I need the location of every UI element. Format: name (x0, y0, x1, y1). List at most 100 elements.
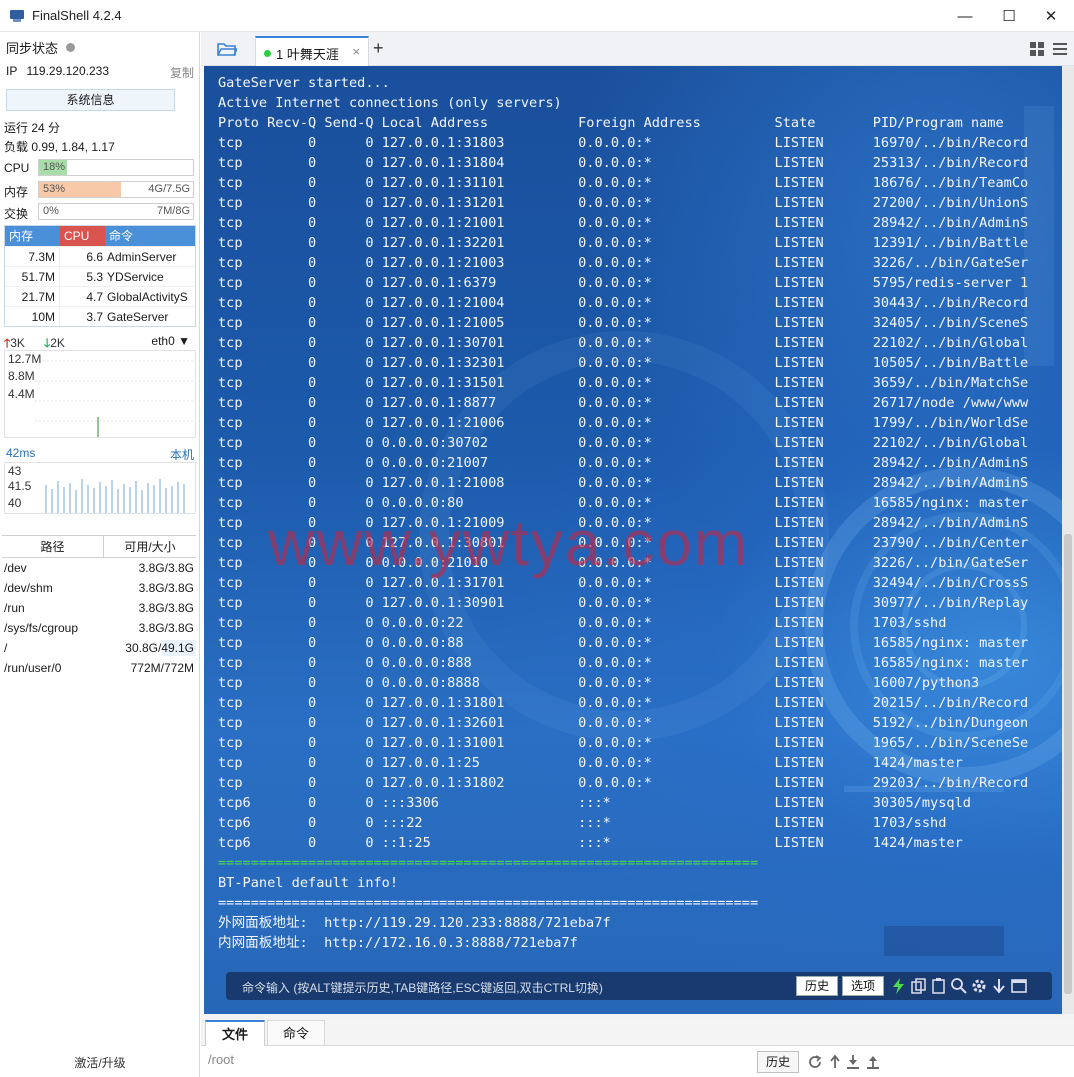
latency-bar (81, 479, 83, 513)
cpu-meter: CPU 18% (4, 159, 196, 177)
disk-row[interactable]: /run/user/0 772M/772M (2, 658, 196, 678)
latency-bar (93, 488, 95, 513)
process-cmd: AdminServer (107, 250, 177, 264)
arrow-down-icon[interactable] (990, 977, 1008, 995)
disk-row[interactable]: /dev/shm 3.8G/3.8G (2, 578, 196, 598)
ip-value: 119.29.120.233 (26, 64, 109, 78)
tab-label: 1 叶舞天涯 (276, 47, 339, 62)
download-icon[interactable] (845, 1054, 861, 1070)
menu-icon[interactable] (1053, 42, 1067, 56)
lightning-icon[interactable] (890, 977, 908, 995)
copy-ip-link[interactable]: 复制 (170, 64, 194, 81)
interface-select[interactable]: eth0 ▼ (151, 334, 190, 348)
terminal-line: Active Internet connections (only server… (218, 95, 562, 111)
minimize-button[interactable]: — (942, 0, 988, 32)
disk-path-header[interactable]: 路径 (2, 536, 104, 557)
terminal-line: 外网面板地址: http://119.29.120.233:8888/721eb… (218, 915, 611, 931)
bottom-tab-bar: 文件 命令 (201, 1020, 1074, 1046)
path-input[interactable]: /root (208, 1052, 234, 1067)
process-row[interactable]: 10M 3.7 GateServer (5, 306, 195, 326)
copy-icon[interactable] (910, 977, 928, 995)
process-row[interactable]: 7.3M 6.6 AdminServer (5, 246, 195, 266)
latency-bar (183, 484, 185, 513)
latency-bar (45, 485, 47, 513)
gear-icon[interactable] (970, 977, 988, 995)
terminal-line: tcp 0 0 0.0.0.0:21007 0.0.0.0:* LISTEN 2… (218, 455, 1029, 471)
folder-icon[interactable] (217, 42, 237, 56)
terminal-line: tcp 0 0 127.0.0.1:31101 0.0.0.0:* LISTEN… (218, 175, 1029, 191)
terminal-line: tcp 0 0 127.0.0.1:32301 0.0.0.0:* LISTEN… (218, 355, 1029, 371)
tab-session-1[interactable]: 1 叶舞天涯 × (255, 36, 369, 66)
terminal-line: tcp 0 0 127.0.0.1:31201 0.0.0.0:* LISTEN… (218, 195, 1029, 211)
latency-scale-mid: 41.5 (8, 479, 32, 493)
terminal-line: tcp 0 0 127.0.0.1:25 0.0.0.0:* LISTEN 14… (218, 755, 963, 771)
maximize-button[interactable]: ☐ (986, 0, 1032, 32)
sort-by-memory[interactable]: 内存 (5, 226, 60, 246)
grid-view-icon[interactable] (1030, 42, 1044, 56)
latency-bar (87, 485, 89, 513)
latency-bar (141, 490, 143, 513)
process-row[interactable]: 21.7M 4.7 GlobalActivityS (5, 286, 195, 306)
latency-host[interactable]: 本机 (170, 446, 194, 463)
terminal-scrollbar[interactable] (1062, 66, 1074, 1014)
app-title: FinalShell 4.2.4 (32, 8, 122, 23)
swap-label: 交换 (4, 207, 29, 221)
disk-rows: /dev 3.8G/3.8G/dev/shm 3.8G/3.8G/run 3.8G/3… (2, 558, 196, 678)
activate-upgrade-link[interactable]: 激活/升级 (0, 1054, 200, 1071)
path-history-button[interactable]: 历史 (757, 1051, 799, 1073)
disk-row[interactable]: /dev 3.8G/3.8G (2, 558, 196, 578)
latency-scale-top: 43 (8, 464, 22, 478)
process-cmd: YDService (107, 270, 164, 284)
disk-row[interactable]: /run 3.8G/3.8G (2, 598, 196, 618)
ip-row: IP 119.29.120.233 复制 (6, 64, 194, 81)
latency-bar (159, 479, 161, 513)
disk-row[interactable]: / 30.8G/49.1G (2, 638, 196, 658)
close-tab-icon[interactable]: × (352, 44, 360, 59)
disk-row[interactable]: /sys/fs/cgroup 3.8G/3.8G (2, 618, 196, 638)
terminal-line: tcp6 0 0 :::3306 :::* LISTEN 30305/mysql… (218, 795, 971, 811)
sync-dot-icon (66, 43, 76, 52)
terminal[interactable]: GateServer started... Active Internet con… (204, 66, 1062, 1014)
latency-bar (51, 489, 53, 513)
refresh-icon[interactable] (807, 1054, 823, 1070)
load-average: 负载 0.99, 1.84, 1.17 (4, 140, 115, 154)
sort-by-command[interactable]: 命令 (105, 226, 195, 246)
terminal-line: tcp 0 0 0.0.0.0:22 0.0.0.0:* LISTEN 1703… (218, 615, 947, 631)
latency-bar (99, 482, 101, 513)
memory-percent: 53% (43, 183, 66, 195)
terminal-line: tcp 0 0 127.0.0.1:30701 0.0.0.0:* LISTEN… (218, 335, 1029, 351)
disk-path: /run/user/0 (4, 661, 62, 675)
latency-bar (147, 483, 149, 513)
terminal-line: ========================================… (218, 855, 759, 871)
interface-value: eth0 (151, 334, 175, 348)
tab-commands[interactable]: 命令 (267, 1020, 325, 1046)
process-row[interactable]: 51.7M 5.3 YDService (5, 266, 195, 286)
parent-dir-icon[interactable] (827, 1054, 843, 1070)
options-button[interactable]: 选项 (842, 976, 884, 996)
latency-scale-low: 40 (8, 496, 22, 510)
command-input-bar[interactable]: 命令输入 (按ALT键提示历史,TAB键路径,ESC键返回,双击CTRL切换) … (226, 972, 1052, 1000)
memory-bar: 53% 4G/7.5G (38, 181, 194, 198)
upload-icon[interactable] (865, 1054, 881, 1070)
disk-size-cell: 30.8G/49.1G (104, 638, 196, 658)
net-scale-top: 12.7M (8, 352, 42, 366)
sync-status: 同步状态 (6, 38, 76, 57)
history-button[interactable]: 历史 (796, 976, 838, 996)
terminal-line: tcp6 0 0 :::22 :::* LISTEN 1703/sshd (218, 815, 947, 831)
search-icon[interactable] (950, 977, 968, 995)
close-button[interactable]: ✕ (1028, 0, 1074, 32)
add-tab-button[interactable]: + (373, 38, 384, 59)
command-input[interactable]: 命令输入 (按ALT键提示历史,TAB键路径,ESC键返回,双击CTRL切换) (242, 979, 603, 996)
window-icon[interactable] (1010, 977, 1028, 995)
tab-files[interactable]: 文件 (205, 1020, 265, 1046)
disk-size-cell: 3.8G/3.8G (104, 558, 196, 578)
process-cmd: GlobalActivityS (107, 290, 188, 304)
sort-by-cpu[interactable]: CPU (60, 226, 105, 246)
system-info-button[interactable]: 系统信息 (6, 89, 175, 111)
disk-size-cell: 772M/772M (104, 658, 196, 678)
disk-size-header[interactable]: 可用/大小 (104, 536, 196, 557)
terminal-scroll-thumb[interactable] (1064, 534, 1072, 994)
process-cpu: 6.6 (86, 250, 103, 264)
paste-icon[interactable] (930, 977, 948, 995)
session-tab-bar: 1 叶舞天涯 × + (201, 32, 1074, 66)
